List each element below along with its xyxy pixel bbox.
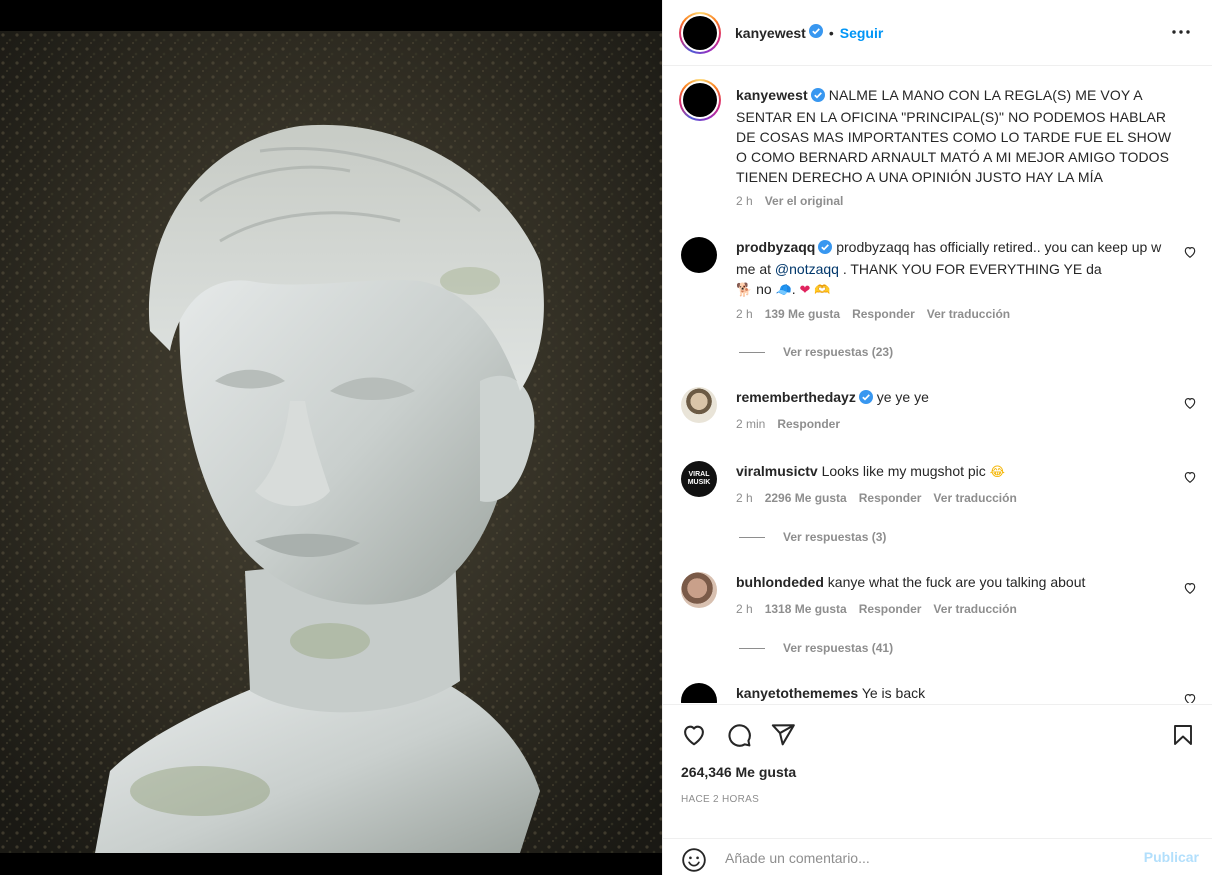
comment-username[interactable]: kanyetothememes: [736, 685, 858, 701]
comment-username[interactable]: prodbyzaqq: [736, 239, 815, 255]
comment-time: 2 h: [736, 602, 753, 616]
author-avatar: [683, 16, 717, 50]
marble-bust-photo: [0, 31, 662, 853]
reply-button[interactable]: Responder: [859, 602, 922, 616]
comment-text-line3: no: [756, 281, 772, 297]
laughing-emoji: 😂: [989, 465, 1005, 480]
author-username[interactable]: kanyewest: [735, 25, 806, 41]
comment-meta: 2 min Responder: [736, 417, 840, 431]
like-heart-icon[interactable]: [680, 721, 708, 749]
publish-button[interactable]: Publicar: [1144, 849, 1199, 865]
comment-avatar[interactable]: [681, 237, 717, 273]
comment-username[interactable]: rememberthedayz: [736, 389, 856, 405]
caption-meta: 2 h Ver el original: [736, 194, 843, 208]
comment-avatar[interactable]: [681, 387, 717, 423]
view-replies-button[interactable]: Ver respuestas (3): [736, 530, 886, 544]
view-replies-label: Ver respuestas (23): [783, 345, 894, 359]
post-side-panel: kanyewest • Seguir kanyewest NALME LA MA…: [662, 0, 1212, 875]
more-options-icon[interactable]: [1171, 22, 1191, 42]
heart-emoji: ❤: [799, 283, 811, 298]
caption-avatar: [683, 83, 717, 117]
heart-hands-emoji: 🫶: [814, 283, 831, 298]
verified-badge-icon: [818, 239, 833, 259]
reply-button[interactable]: Responder: [777, 417, 840, 431]
replies-divider-line: [739, 647, 765, 649]
post-timestamp: HACE 2 HORAS: [681, 794, 760, 805]
comment-time: 2 h: [736, 491, 753, 505]
caption-text-block: kanyewest NALME LA MANO CON LA REGLA(S) …: [736, 85, 1176, 187]
cap-emoji: 🧢: [775, 283, 792, 298]
comment-username[interactable]: viralmusictv: [736, 463, 818, 479]
comment-like-heart-icon[interactable]: [1183, 581, 1197, 595]
verified-badge-icon: [810, 87, 825, 107]
post-actions-bar: [663, 704, 1212, 764]
comment-likes[interactable]: 2296 Me gusta: [765, 491, 847, 505]
replies-divider-line: [739, 536, 765, 538]
verified-badge-icon: [808, 24, 823, 41]
comment-avatar[interactable]: VIRAL MUSIK: [681, 461, 717, 497]
dog-emoji: 🐕: [736, 283, 753, 298]
share-icon[interactable]: [769, 721, 797, 749]
comment-username[interactable]: buhlondeded: [736, 574, 824, 590]
comment-text-continued: . THANK YOU FOR EVERYTHING YE da: [838, 261, 1102, 277]
view-replies-label: Ver respuestas (3): [783, 530, 887, 544]
comment-text-block: rememberthedayz ye ye ye: [736, 387, 1176, 409]
comment-text-block: prodbyzaqq prodbyzaqq has officially ret…: [736, 239, 1162, 298]
comment-text: kanye what the fuck are you talking abou…: [827, 574, 1086, 590]
comment-text: Ye is back: [861, 685, 926, 701]
comment-input[interactable]: [725, 845, 1125, 871]
emoji-icon[interactable]: [681, 847, 707, 873]
translate-button[interactable]: Ver traducción: [927, 307, 1010, 321]
post-viewer: kanyewest • Seguir kanyewest NALME LA MA…: [0, 0, 1212, 875]
view-replies-button[interactable]: Ver respuestas (41): [736, 641, 893, 655]
comment-like-heart-icon[interactable]: [1183, 470, 1197, 484]
comment-meta: 2 h 2296 Me gusta Responder Ver traducci…: [736, 491, 1017, 505]
comment-icon[interactable]: [725, 721, 753, 749]
comment-text-block: kanyetothememes Ye is back: [736, 683, 1176, 703]
follow-button[interactable]: Seguir: [840, 25, 884, 41]
comment-text: ye ye ye: [876, 389, 929, 405]
comment-meta: 2 h 1318 Me gusta Responder Ver traducci…: [736, 602, 1017, 616]
separator-dot: •: [828, 24, 834, 41]
likes-count[interactable]: 264,346 Me gusta: [681, 764, 796, 780]
comment-text-block: viralmusictv Looks like my mugshot pic 😂: [736, 461, 1176, 483]
comment-like-heart-icon[interactable]: [1183, 692, 1197, 703]
mention-link[interactable]: @notzaqq: [775, 261, 839, 277]
comment-composer: Publicar: [663, 838, 1212, 875]
caption-username[interactable]: kanyewest: [736, 87, 808, 103]
comment-like-heart-icon[interactable]: [1183, 396, 1197, 410]
author-info: kanyewest • Seguir: [735, 24, 883, 41]
caption-time: 2 h: [736, 194, 753, 208]
comment-avatar[interactable]: [681, 683, 717, 703]
view-replies-button[interactable]: Ver respuestas (23): [736, 345, 893, 359]
comment-time: 2 h: [736, 307, 753, 321]
comment-like-heart-icon[interactable]: [1183, 245, 1197, 259]
post-media: [0, 0, 662, 875]
comment-meta: 2 h 139 Me gusta Responder Ver traducció…: [736, 307, 1010, 321]
see-original-link[interactable]: Ver el original: [765, 194, 844, 208]
comment-likes[interactable]: 1318 Me gusta: [765, 602, 847, 616]
avatar-logo-text: VIRAL MUSIK: [687, 471, 711, 486]
comment-avatar[interactable]: [681, 572, 717, 608]
post-header: kanyewest • Seguir: [663, 0, 1212, 66]
comment-time: 2 min: [736, 417, 766, 431]
translate-button[interactable]: Ver traducción: [933, 491, 1016, 505]
replies-divider-line: [739, 351, 765, 353]
comments-list[interactable]: kanyewest NALME LA MANO CON LA REGLA(S) …: [663, 67, 1212, 703]
caption-avatar-story-ring[interactable]: [679, 79, 721, 121]
reply-button[interactable]: Responder: [859, 491, 922, 505]
bookmark-icon[interactable]: [1169, 721, 1197, 749]
verified-badge-icon: [858, 389, 873, 409]
view-replies-label: Ver respuestas (41): [783, 641, 894, 655]
comment-text: Looks like my mugshot pic: [821, 463, 986, 479]
reply-button[interactable]: Responder: [852, 307, 915, 321]
comment-likes[interactable]: 139 Me gusta: [765, 307, 840, 321]
translate-button[interactable]: Ver traducción: [933, 602, 1016, 616]
author-avatar-story-ring[interactable]: [679, 12, 721, 54]
comment-text-block: buhlondeded kanye what the fuck are you …: [736, 572, 1176, 592]
